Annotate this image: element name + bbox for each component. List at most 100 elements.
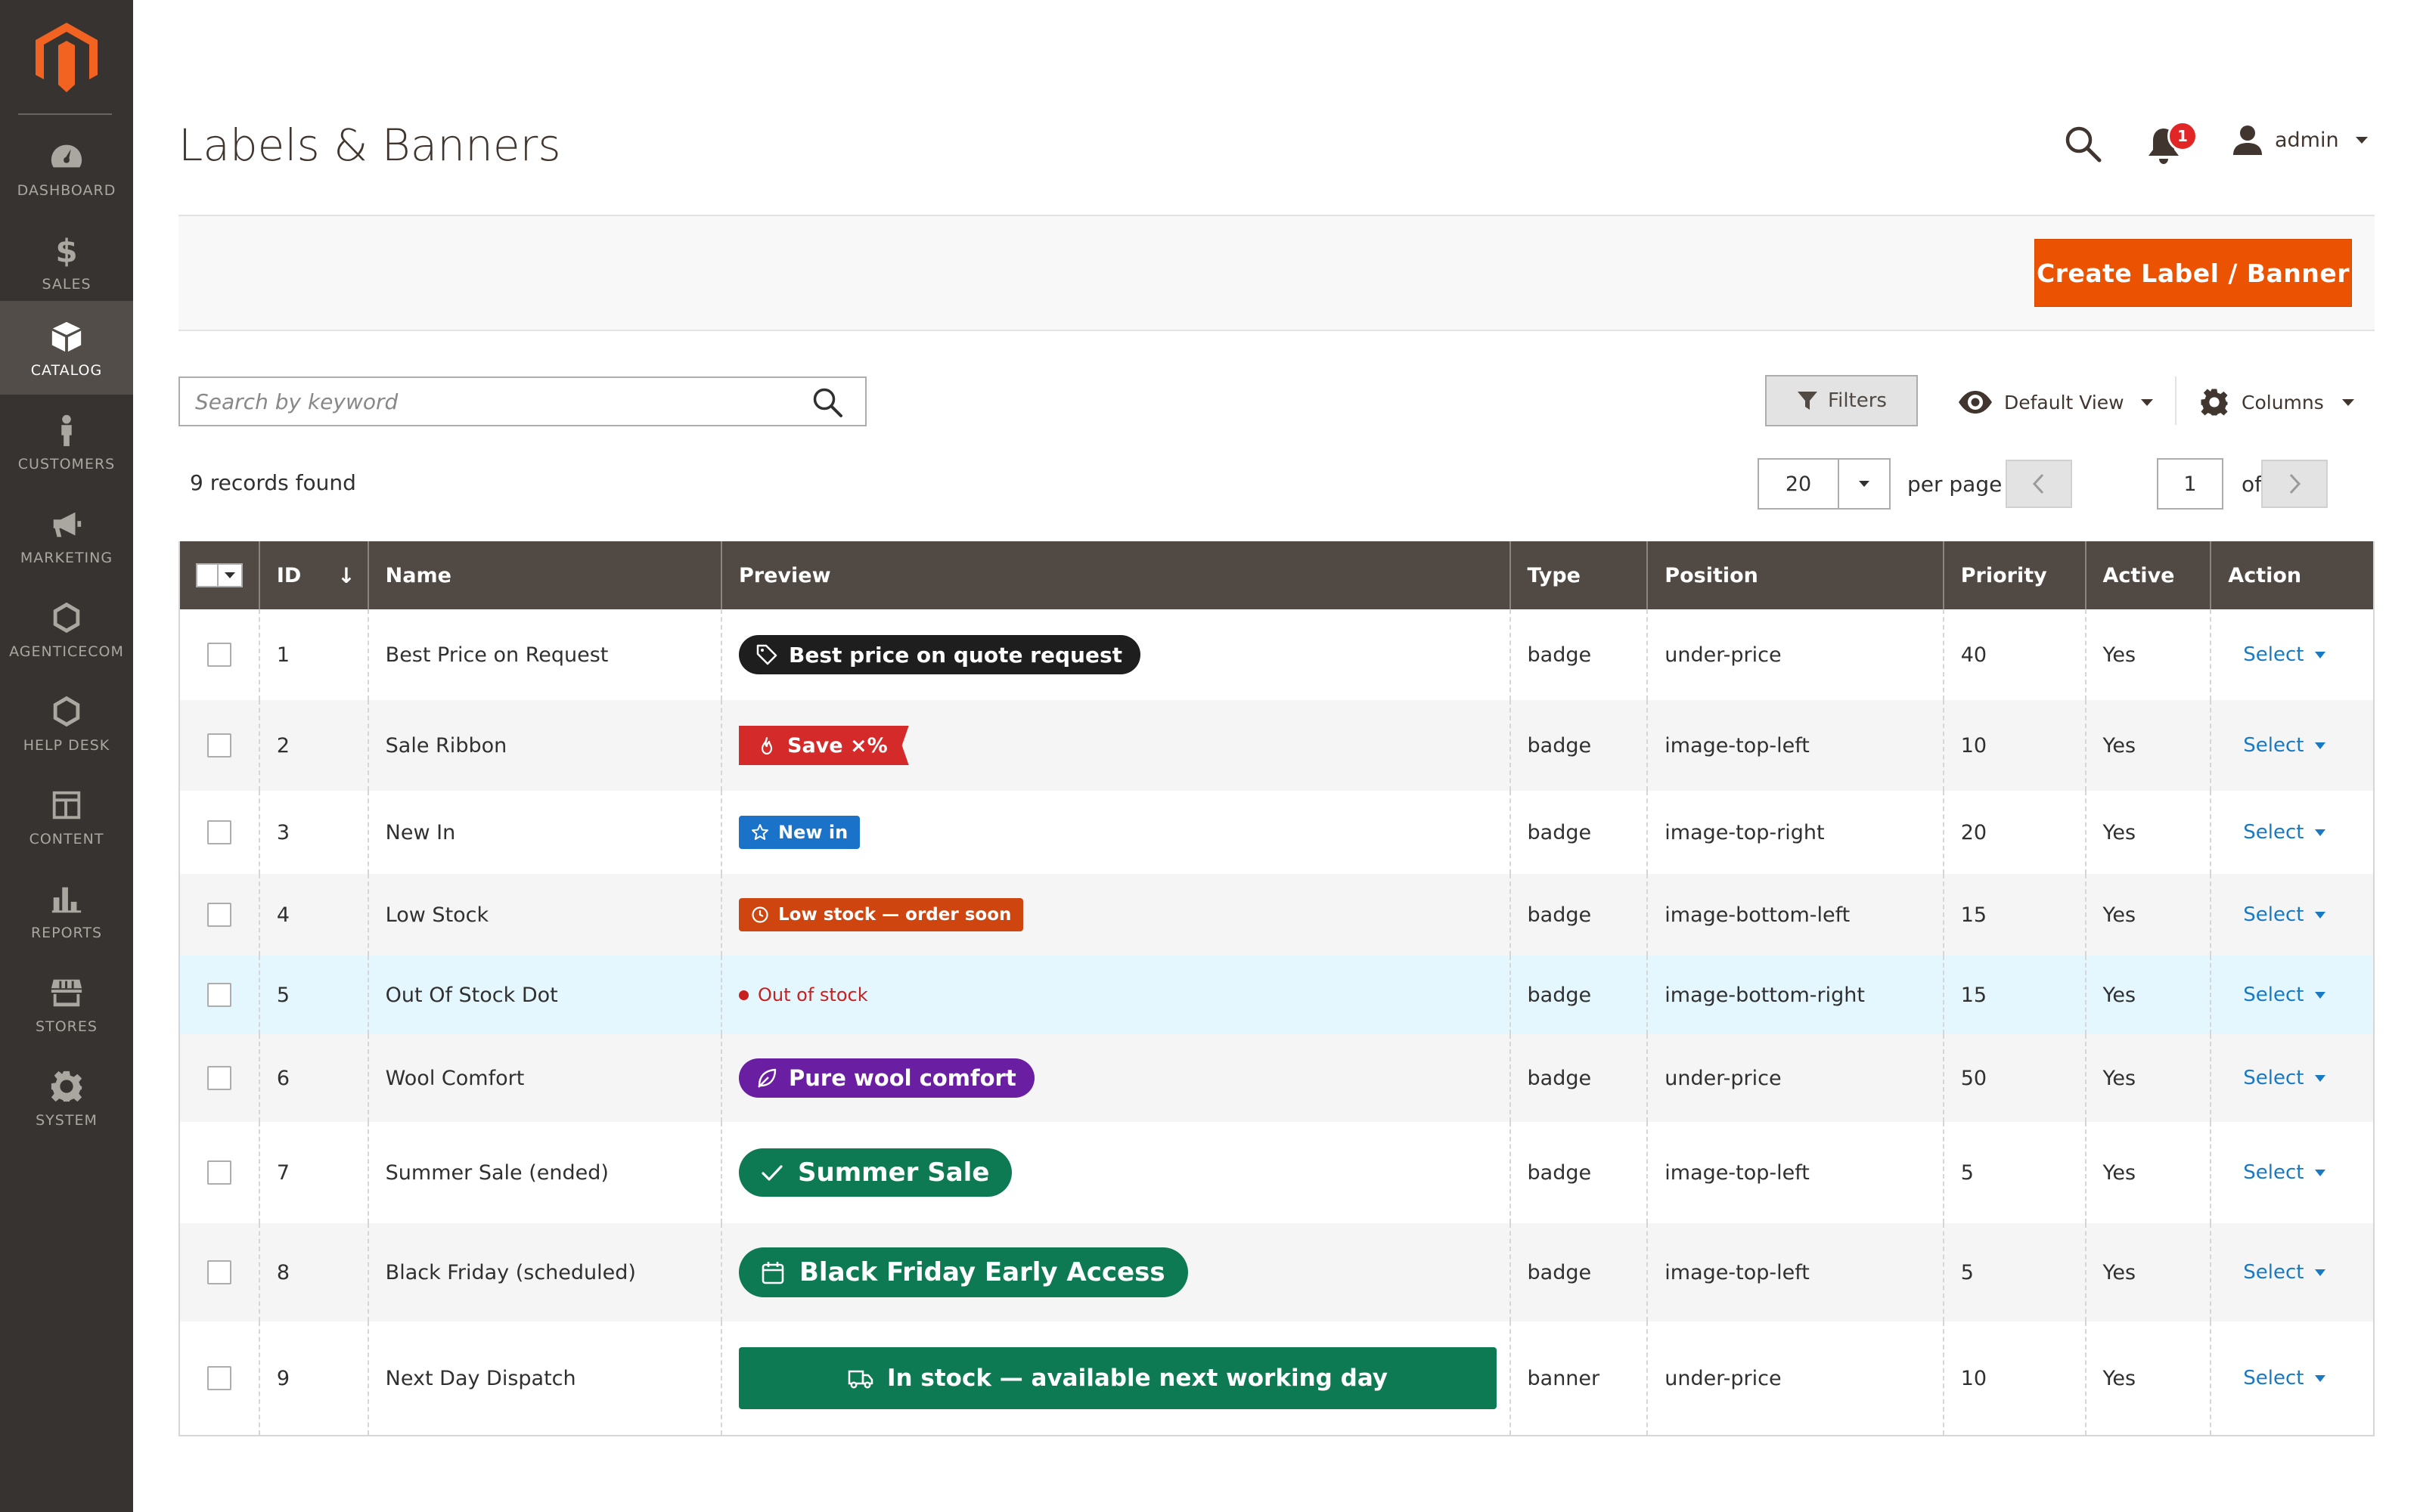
cell-priority: 15 — [1944, 874, 2086, 956]
row-checkbox[interactable] — [206, 1260, 231, 1284]
row-checkbox[interactable] — [206, 1160, 231, 1185]
check-icon — [762, 1165, 783, 1181]
row-action-select[interactable]: Select — [2243, 903, 2325, 926]
per-page-select[interactable]: 20 — [1758, 458, 1891, 510]
row-action-select[interactable]: Select — [2243, 1367, 2325, 1390]
cell-action: Select — [2211, 1223, 2373, 1321]
hexagon-icon — [47, 692, 86, 731]
view-label: Default View — [2004, 391, 2124, 414]
cell-id: 7 — [260, 1122, 369, 1223]
preview-badge-text: Best price on quote request — [789, 642, 1123, 668]
column-header-preview[interactable]: Preview — [722, 541, 1511, 609]
nav-marketing[interactable]: MARKETING — [0, 488, 133, 582]
row-checkbox-cell — [180, 1223, 260, 1321]
create-label-banner-button[interactable]: Create Label / Banner — [2034, 239, 2352, 307]
table-row[interactable]: 9 Next Day Dispatch In stock — available… — [180, 1321, 2373, 1435]
table-row[interactable]: 5 Out Of Stock Dot Out of stock badge im… — [180, 956, 2373, 1034]
dashboard-icon — [47, 137, 86, 176]
mass-select-checkbox[interactable] — [195, 563, 243, 587]
page-number-input[interactable]: 1 — [2157, 458, 2223, 510]
row-checkbox[interactable] — [206, 1066, 231, 1090]
nav-stores[interactable]: STORES — [0, 957, 133, 1051]
columns-control[interactable]: Columns — [2199, 381, 2354, 423]
column-header-active[interactable]: Active — [2086, 541, 2212, 609]
notification-count-badge[interactable]: 1 — [2167, 121, 2198, 151]
column-header-name[interactable]: Name — [369, 541, 723, 609]
column-header-id-label: ID — [276, 563, 302, 587]
nav-customers[interactable]: CUSTOMERS — [0, 395, 133, 488]
cell-name: Next Day Dispatch — [369, 1321, 723, 1435]
per-page-dropdown-button[interactable] — [1839, 460, 1889, 508]
column-header-type[interactable]: Type — [1511, 541, 1649, 609]
previous-page-button[interactable] — [2006, 460, 2072, 508]
gear-icon — [2201, 389, 2228, 416]
filters-button[interactable]: Filters — [1765, 375, 1918, 426]
toolbar-divider — [2175, 376, 2176, 425]
nav-content-label: CONTENT — [29, 831, 104, 847]
row-action-select[interactable]: Select — [2243, 1161, 2325, 1184]
row-checkbox[interactable] — [206, 820, 231, 844]
row-checkbox[interactable] — [206, 733, 231, 758]
chevron-down-icon — [2314, 829, 2325, 836]
row-checkbox-cell — [180, 700, 260, 791]
cell-type: badge — [1511, 956, 1649, 1034]
table-row[interactable]: 1 Best Price on Request Best price on qu… — [180, 609, 2373, 700]
table-row[interactable]: 4 Low Stock Low stock — order soon badge… — [180, 874, 2373, 956]
view-switcher[interactable]: Default View — [1957, 381, 2153, 423]
cell-priority: 10 — [1944, 700, 2086, 791]
nav-system[interactable]: SYSTEM — [0, 1051, 133, 1145]
table-row[interactable]: 3 New In New in badge image-top-right 20… — [180, 791, 2373, 874]
row-action-select-label: Select — [2243, 903, 2304, 926]
column-header-position[interactable]: Position — [1648, 541, 1944, 609]
table-row[interactable]: 6 Wool Comfort Pure wool comfort badge u… — [180, 1034, 2373, 1122]
row-action-select[interactable]: Select — [2243, 1261, 2325, 1284]
nav-help-desk[interactable]: HELP DESK — [0, 676, 133, 770]
nav-dashboard[interactable]: DASHBOARD — [0, 121, 133, 215]
row-action-select[interactable]: Select — [2243, 984, 2325, 1006]
search-icon[interactable] — [811, 386, 844, 419]
store-icon — [47, 973, 86, 1012]
leaf-icon — [758, 1068, 777, 1088]
table-row[interactable]: 8 Black Friday (scheduled) Black Friday … — [180, 1223, 2373, 1321]
cell-action: Select — [2211, 956, 2373, 1034]
row-action-select[interactable]: Select — [2243, 643, 2325, 666]
cell-priority: 10 — [1944, 1321, 2086, 1435]
cell-active: Yes — [2086, 1122, 2212, 1223]
nav-reports[interactable]: REPORTS — [0, 863, 133, 957]
cell-action: Select — [2211, 700, 2373, 791]
search-input[interactable] — [195, 378, 785, 425]
row-action-select[interactable]: Select — [2243, 734, 2325, 757]
nav-catalog-label: CATALOG — [30, 362, 103, 379]
nav-content[interactable]: CONTENT — [0, 770, 133, 863]
cell-action: Select — [2211, 1034, 2373, 1122]
table-row[interactable]: 2 Sale Ribbon Save ×% badge image-top-le… — [180, 700, 2373, 791]
preview-badge-text: Out of stock — [758, 984, 868, 1005]
magento-logo-icon[interactable] — [36, 23, 98, 92]
global-search-icon[interactable] — [2062, 122, 2104, 165]
gear-icon — [47, 1067, 86, 1106]
row-checkbox[interactable] — [206, 983, 231, 1007]
next-page-button[interactable] — [2261, 460, 2328, 508]
row-checkbox[interactable] — [206, 1366, 231, 1390]
row-checkbox[interactable] — [206, 903, 231, 927]
row-action-select[interactable]: Select — [2243, 1067, 2325, 1089]
column-header-id[interactable]: ID ↓ — [260, 541, 369, 609]
cell-name: Black Friday (scheduled) — [369, 1223, 723, 1321]
admin-user-menu[interactable]: admin — [2231, 121, 2368, 159]
nav-sales[interactable]: $ SALES — [0, 215, 133, 308]
clock-icon — [752, 906, 768, 923]
row-checkbox-cell — [180, 609, 260, 700]
cell-position: under-price — [1648, 609, 1944, 700]
cell-preview: Pure wool comfort — [722, 1034, 1511, 1122]
cell-preview: Black Friday Early Access — [722, 1223, 1511, 1321]
nav-catalog[interactable]: CATALOG — [0, 301, 133, 395]
row-action-select[interactable]: Select — [2243, 821, 2325, 844]
nav-agenticecom[interactable]: AGENTICECOM — [0, 582, 133, 676]
column-header-priority[interactable]: Priority — [1944, 541, 2086, 609]
row-checkbox[interactable] — [206, 643, 231, 667]
columns-label: Columns — [2242, 391, 2324, 414]
cell-name: Low Stock — [369, 874, 723, 956]
cell-action: Select — [2211, 1321, 2373, 1435]
chevron-down-icon — [2314, 742, 2325, 749]
table-row[interactable]: 7 Summer Sale (ended) Summer Sale badge … — [180, 1122, 2373, 1223]
